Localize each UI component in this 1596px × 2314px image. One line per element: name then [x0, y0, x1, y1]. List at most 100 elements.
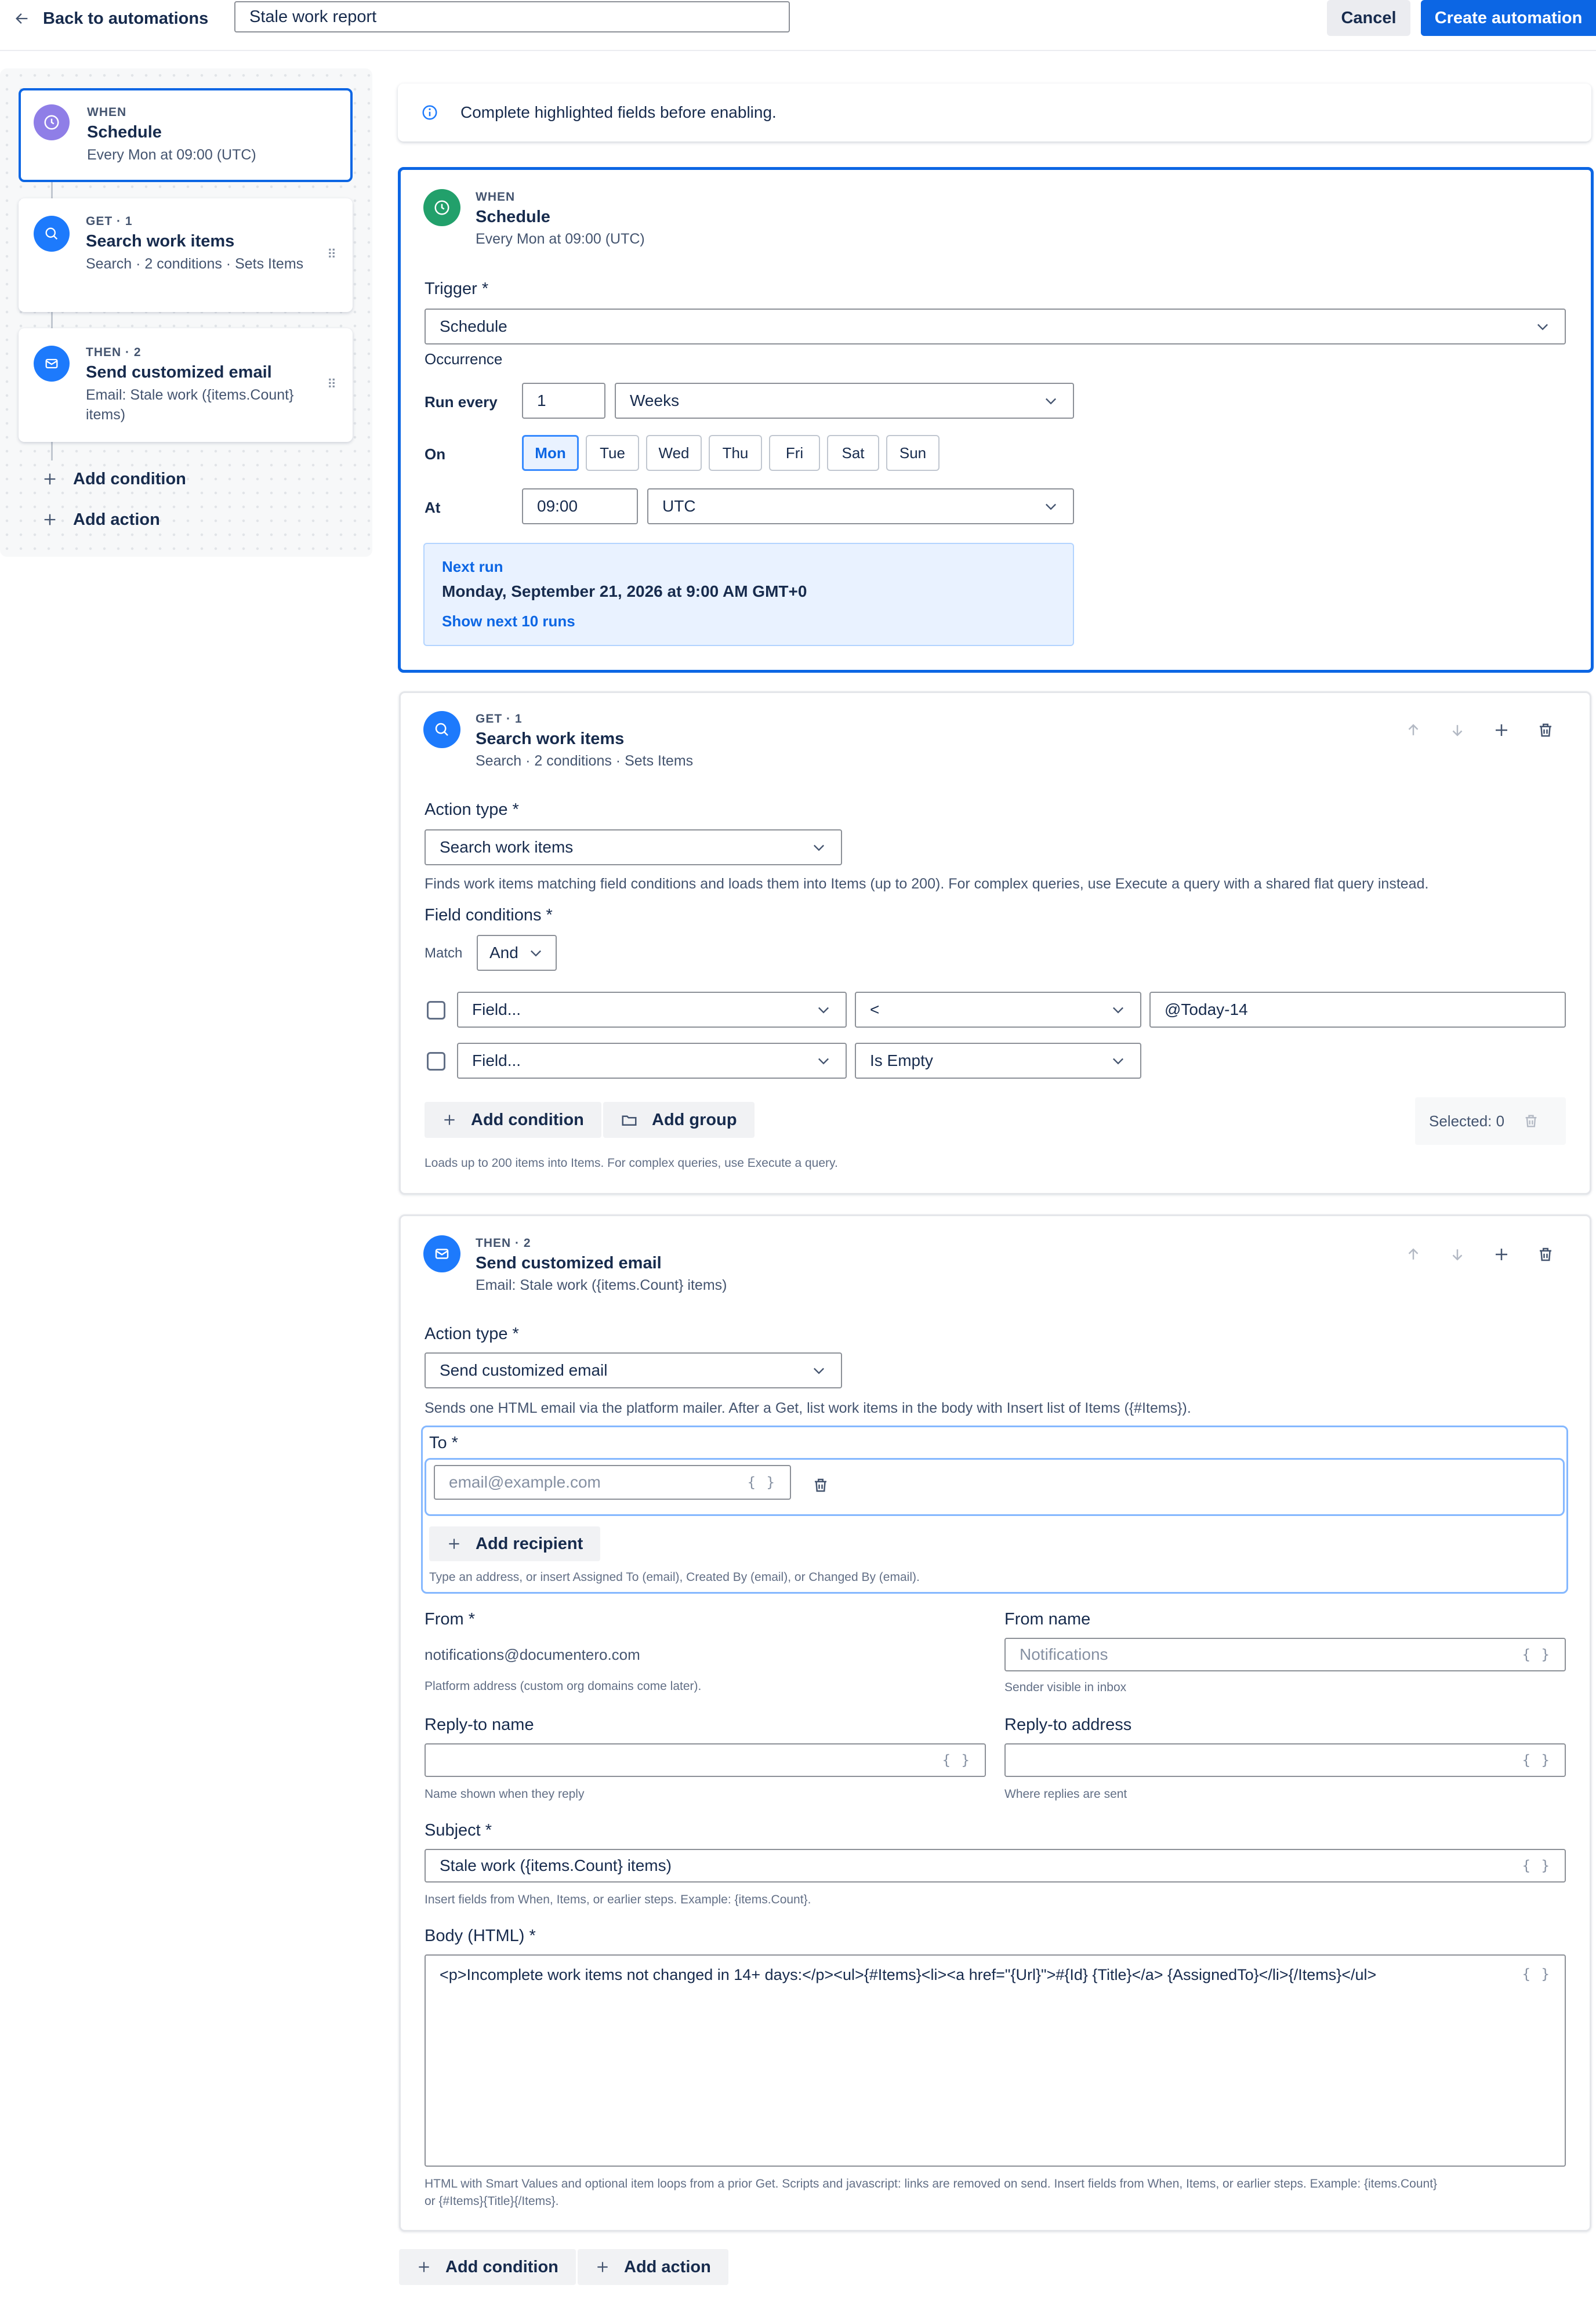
automation-name-input[interactable]: Stale work report [234, 1, 790, 32]
trash-icon[interactable] [1537, 721, 1554, 739]
sidebar-add-action[interactable]: Add action [42, 508, 160, 531]
condition-checkbox[interactable] [427, 1052, 445, 1071]
add-condition-label: Add condition [445, 2257, 558, 2276]
day-tue[interactable]: Tue [586, 435, 639, 471]
flow-connector [51, 311, 53, 328]
body-html-textarea[interactable]: <p>Incomplete work items not changed in … [425, 1954, 1566, 2167]
add-group-button[interactable]: Add group [603, 1102, 755, 1138]
run-every-unit-select[interactable]: Weeks [615, 383, 1074, 419]
smart-value-icon[interactable]: { } [748, 1474, 776, 1490]
panel-subtitle: Search · 2 conditions · Sets Items [476, 753, 694, 769]
step-kicker: WHEN [87, 106, 127, 119]
add-condition-label: Add condition [73, 469, 186, 488]
trigger-select[interactable]: Schedule [425, 309, 1566, 344]
smart-value-icon[interactable]: { } [1522, 1752, 1551, 1768]
show-next-runs-link[interactable]: Show next 10 runs [442, 612, 575, 630]
next-run-value: Monday, September 21, 2026 at 9:00 AM GM… [442, 582, 807, 600]
drag-handle-icon[interactable]: ⠿ [327, 247, 336, 262]
condition-operator-select[interactable]: < [855, 992, 1141, 1028]
panel-kicker: WHEN [476, 190, 516, 204]
trigger-label: Trigger * [425, 280, 489, 298]
day-thu[interactable]: Thu [709, 435, 762, 471]
from-label: From * [425, 1610, 475, 1628]
day-sun[interactable]: Sun [886, 435, 940, 471]
step-kicker: THEN · 2 [86, 346, 142, 359]
step-subtitle: Every Mon at 09:00 (UTC) [87, 147, 256, 163]
add-recipient-button[interactable]: Add recipient [429, 1526, 601, 1561]
action-type-select[interactable]: Send customized email [425, 1352, 842, 1388]
folder-icon [622, 1115, 637, 1126]
reply-name-input[interactable]: { } [425, 1743, 986, 1777]
from-name-placeholder: Notifications [1020, 1645, 1108, 1663]
plus-icon [44, 473, 56, 485]
day-mon[interactable]: Mon [522, 435, 579, 471]
condition-operator-value: < [870, 1000, 880, 1018]
trash-icon[interactable] [1523, 1113, 1539, 1129]
subject-input[interactable]: Stale work ({items.Count} items) { } [425, 1849, 1566, 1883]
to-help: Type an address, or insert Assigned To (… [429, 1571, 920, 1584]
subject-value: Stale work ({items.Count} items) [440, 1856, 672, 1874]
move-up-icon[interactable] [1405, 721, 1422, 739]
smart-value-icon[interactable]: { } [1522, 1858, 1551, 1874]
condition-checkbox[interactable] [427, 1001, 445, 1020]
field-conditions-label: Field conditions * [425, 906, 553, 924]
body-label: Body (HTML) * [425, 1927, 536, 1945]
footer-add-action-button[interactable]: Add action [578, 2249, 728, 2285]
from-name-help: Sender visible in inbox [1004, 1681, 1127, 1694]
move-down-icon[interactable] [1449, 721, 1466, 739]
add-step-icon[interactable] [1493, 1246, 1510, 1263]
flow-connector [51, 180, 53, 201]
from-name-input[interactable]: Notifications { } [1004, 1638, 1566, 1671]
panel-title: Send customized email [476, 1254, 662, 1272]
on-label: On [425, 445, 446, 463]
search-icon [34, 216, 70, 252]
search-icon [423, 711, 460, 748]
condition-operator-select[interactable]: Is Empty [855, 1043, 1141, 1079]
plus-icon [449, 1539, 459, 1549]
day-sat[interactable]: Sat [827, 435, 879, 471]
plus-icon [44, 514, 56, 525]
recipient-email-input[interactable]: email@example.com { } [434, 1465, 791, 1500]
condition-field-value: Field... [472, 1051, 521, 1069]
add-recipient-label: Add recipient [476, 1534, 583, 1553]
match-label: Match [425, 945, 463, 961]
day-fri[interactable]: Fri [769, 435, 820, 471]
add-condition-label: Add condition [471, 1110, 584, 1129]
trash-icon[interactable] [812, 1477, 829, 1494]
condition-field-select[interactable]: Field... [457, 992, 847, 1028]
smart-value-icon[interactable]: { } [942, 1752, 971, 1768]
condition-field-select[interactable]: Field... [457, 1043, 847, 1079]
timezone-value: UTC [662, 497, 696, 515]
sidebar-step-get[interactable]: GET · 1 Search work items Search · 2 con… [19, 198, 353, 312]
move-down-icon[interactable] [1449, 1246, 1466, 1263]
day-wed[interactable]: Wed [646, 435, 702, 471]
smart-value-icon[interactable]: { } [1522, 1966, 1551, 1982]
action-type-value: Search work items [440, 838, 574, 856]
create-automation-button[interactable]: Create automation [1421, 0, 1596, 36]
sidebar-step-then[interactable]: THEN · 2 Send customized email Email: St… [19, 328, 353, 442]
sidebar-step-when[interactable]: WHEN Schedule Every Mon at 09:00 (UTC) [19, 88, 353, 182]
move-up-icon[interactable] [1405, 1246, 1422, 1263]
sidebar-add-condition[interactable]: Add condition [42, 467, 186, 491]
drag-handle-icon[interactable]: ⠿ [327, 377, 336, 392]
run-every-input[interactable]: 1 [522, 383, 605, 419]
trash-icon[interactable] [1537, 1246, 1554, 1263]
condition-value-input[interactable]: @Today-14 [1149, 992, 1566, 1028]
match-select[interactable]: And [477, 935, 557, 971]
add-step-icon[interactable] [1493, 721, 1510, 739]
mail-icon [34, 346, 70, 382]
chevron-down-icon [1046, 398, 1056, 405]
reply-address-input[interactable]: { } [1004, 1743, 1566, 1777]
run-every-value: 1 [537, 391, 546, 409]
timezone-select[interactable]: UTC [647, 488, 1074, 524]
arrow-left-icon [16, 13, 28, 24]
footer-add-condition-button[interactable]: Add condition [399, 2249, 576, 2285]
add-condition-button[interactable]: Add condition [425, 1102, 601, 1138]
time-input[interactable]: 09:00 [522, 488, 638, 524]
back-to-automations-link[interactable]: Back to automations [14, 6, 208, 31]
action-type-select[interactable]: Search work items [425, 829, 842, 865]
panel-kicker: GET · 1 [476, 712, 523, 726]
run-every-label: Run every [425, 393, 498, 411]
cancel-button[interactable]: Cancel [1327, 0, 1410, 36]
smart-value-icon[interactable]: { } [1522, 1646, 1551, 1663]
